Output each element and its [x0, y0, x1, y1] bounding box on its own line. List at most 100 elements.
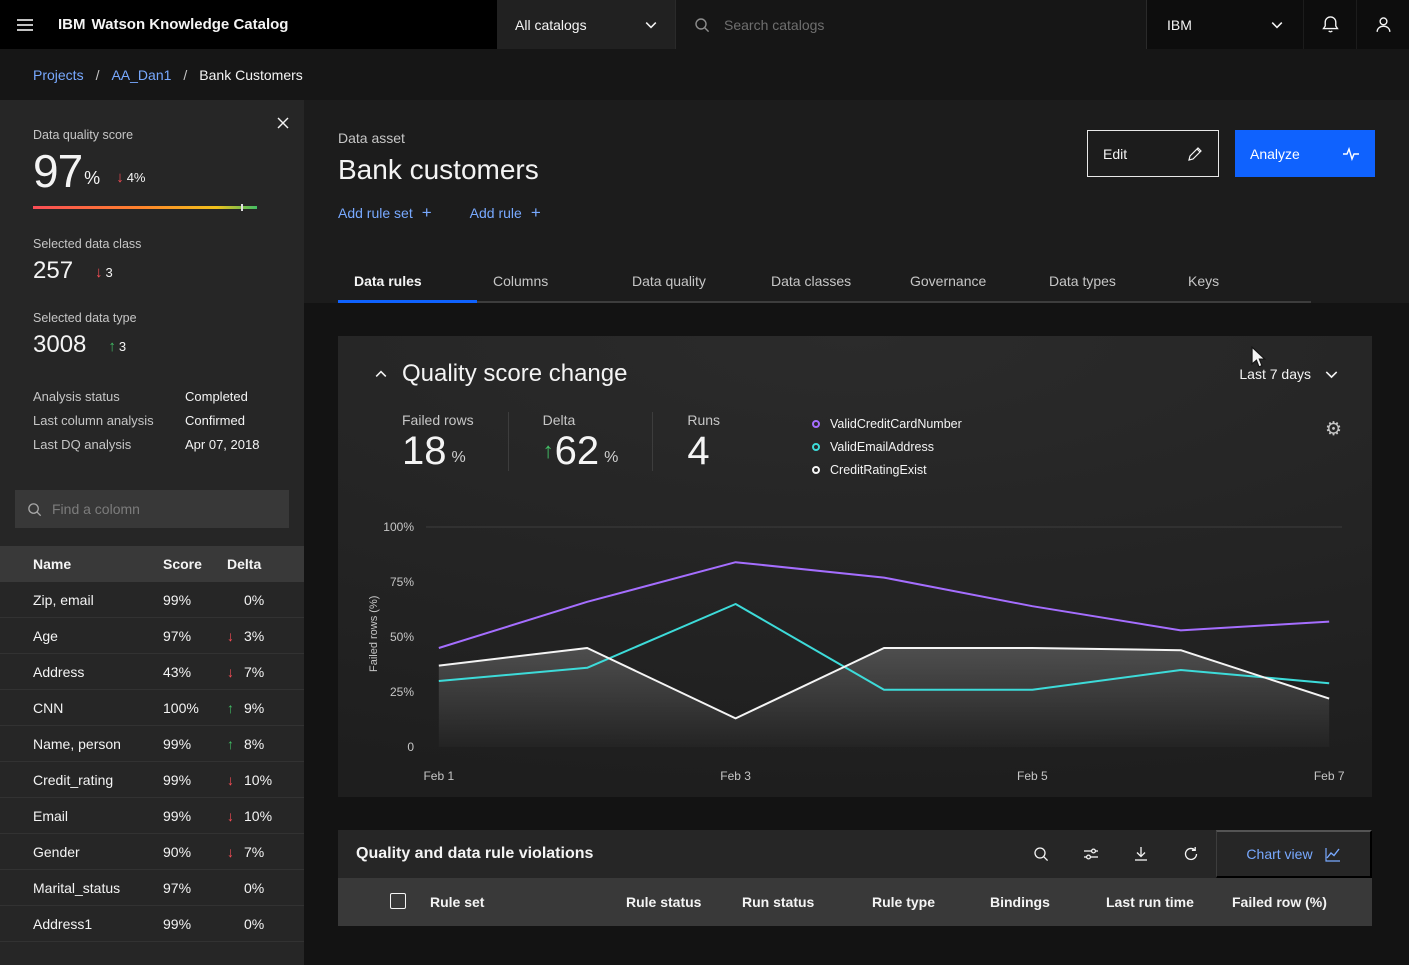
top-header: IBM Watson Knowledge Catalog All catalog… — [0, 0, 1409, 49]
asset-title-block: Data asset Bank customers Add rule set +… — [338, 130, 541, 221]
up-arrow-icon: ↑ — [227, 736, 240, 752]
column-search — [15, 490, 289, 528]
analyze-pulse-icon — [1342, 146, 1360, 162]
stat-value: 4 — [687, 431, 720, 471]
stat-number: 18 — [402, 431, 447, 471]
series-validcreditcardnumber — [439, 562, 1329, 648]
select-all-cell — [338, 893, 430, 912]
column-row-marital-status[interactable]: Marital_status97%0% — [0, 870, 304, 906]
delta-value: 3% — [244, 628, 264, 644]
analysis-status-list: Analysis statusCompletedLast column anal… — [0, 389, 304, 452]
gradient-bar-marker — [241, 204, 243, 211]
tab-governance[interactable]: Governance — [894, 263, 1033, 303]
notifications-button[interactable] — [1303, 0, 1356, 49]
column-row-email[interactable]: Email99%↓10% — [0, 798, 304, 834]
status-label: Last DQ analysis — [33, 437, 185, 452]
column-row-address[interactable]: Address43%↓7% — [0, 654, 304, 690]
column-score: 99% — [163, 772, 227, 788]
quality-score-metric: Data quality score 97 % ↓ 4% — [0, 100, 304, 209]
down-arrow-icon: ↓ — [227, 664, 240, 680]
quality-score-unit: % — [84, 168, 100, 192]
analyze-button[interactable]: Analyze — [1235, 130, 1375, 177]
violations-table-header: Rule setRule statusRun statusRule typeBi… — [338, 878, 1372, 926]
status-row: Last DQ analysisApr 07, 2018 — [33, 437, 271, 452]
chart-view-label: Chart view — [1246, 846, 1312, 862]
quality-score-value: 97 — [33, 150, 82, 192]
tab-data-rules[interactable]: Data rules — [338, 263, 477, 303]
asset-tabs: Data rulesColumnsData qualityData classe… — [338, 263, 1375, 303]
column-row-address1[interactable]: Address199%0% — [0, 906, 304, 942]
down-arrow-icon: ↓ — [227, 628, 240, 644]
add-rule-set-label: Add rule set — [338, 205, 413, 221]
account-dropdown[interactable]: IBM — [1146, 0, 1303, 49]
chart-view-button[interactable]: Chart view — [1216, 830, 1372, 878]
down-arrow-icon: ↓ — [116, 169, 124, 186]
tab-columns[interactable]: Columns — [477, 263, 616, 303]
edit-button-label: Edit — [1103, 146, 1127, 162]
app-window: IBM Watson Knowledge Catalog All catalog… — [0, 0, 1409, 965]
columns-table: NameScoreDelta Zip, email99%0%Age97%↓3%A… — [0, 546, 304, 942]
user-icon — [1374, 15, 1393, 34]
column-score: 97% — [163, 880, 227, 896]
collapse-card-button[interactable] — [368, 361, 394, 387]
asset-header: Data asset Bank customers Add rule set +… — [304, 100, 1409, 303]
stat-number: 4 — [687, 431, 709, 471]
time-range-dropdown[interactable]: Last 7 days — [1239, 366, 1342, 382]
column-row-age[interactable]: Age97%↓3% — [0, 618, 304, 654]
delta-value: 0% — [244, 592, 264, 608]
add-rule-set-link[interactable]: Add rule set + — [338, 204, 432, 221]
column-name: Name, person — [33, 736, 163, 752]
chart-legend: ValidCreditCardNumberValidEmailAddressCr… — [812, 412, 962, 477]
column-name: Address — [33, 664, 163, 680]
card-settings-button[interactable]: ⚙ — [1325, 412, 1342, 441]
catalog-dropdown[interactable]: All catalogs — [497, 0, 675, 49]
down-arrow-icon: ↓ — [227, 844, 240, 860]
column-search-input[interactable] — [52, 501, 277, 517]
table-search-button[interactable] — [1016, 830, 1066, 878]
legend-dot-icon — [812, 466, 820, 474]
breadcrumb: Projects / AA_Dan1 / Bank Customers — [0, 49, 1409, 100]
delta-value: 7% — [244, 844, 264, 860]
chevron-down-icon — [1271, 19, 1283, 31]
hamburger-menu-button[interactable] — [0, 0, 50, 49]
download-button[interactable] — [1116, 830, 1166, 878]
breadcrumb-projects[interactable]: Projects — [33, 67, 84, 83]
refresh-icon — [1183, 846, 1199, 862]
close-sidebar-button[interactable] — [276, 116, 290, 133]
stat-runs: Runs4 — [652, 412, 754, 471]
delta-value: 10% — [244, 772, 272, 788]
column-row-gender[interactable]: Gender90%↓7% — [0, 834, 304, 870]
column-row-credit-rating[interactable]: Credit_rating99%↓10% — [0, 762, 304, 798]
asset-kicker: Data asset — [338, 130, 541, 146]
search-icon — [27, 502, 42, 517]
quality-score-gradient-bar — [33, 206, 257, 209]
down-arrow-icon: ↓ — [227, 808, 240, 824]
chevron-down-icon — [1325, 368, 1338, 381]
select-all-checkbox[interactable] — [390, 893, 406, 909]
up-arrow-icon: ↑ — [227, 700, 240, 716]
column-row-cnn[interactable]: CNN100%↑9% — [0, 690, 304, 726]
status-value: Confirmed — [185, 413, 245, 428]
status-value: Completed — [185, 389, 248, 404]
quality-score-line-chart — [426, 509, 1342, 759]
profile-button[interactable] — [1356, 0, 1409, 49]
tab-data-quality[interactable]: Data quality — [616, 263, 755, 303]
refresh-button[interactable] — [1166, 830, 1216, 878]
catalog-search-input[interactable] — [724, 17, 1128, 33]
search-icon — [1033, 846, 1049, 862]
column-score: 99% — [163, 808, 227, 824]
column-row-zip-email[interactable]: Zip, email99%0% — [0, 582, 304, 618]
tab-keys[interactable]: Keys — [1172, 263, 1311, 303]
breadcrumb-project[interactable]: AA_Dan1 — [111, 67, 171, 83]
add-rule-link[interactable]: Add rule + — [470, 204, 541, 221]
filter-button[interactable] — [1066, 830, 1116, 878]
stat-value: ↑62% — [543, 431, 619, 471]
status-label: Last column analysis — [33, 413, 185, 428]
tab-data-types[interactable]: Data types — [1033, 263, 1172, 303]
column-row-name-person[interactable]: Name, person99%↑8% — [0, 726, 304, 762]
edit-button[interactable]: Edit — [1087, 130, 1219, 177]
y-tick-label: 0 — [407, 740, 414, 754]
tab-panel: Quality score change Last 7 days Failed … — [304, 303, 1409, 965]
violations-title: Quality and data rule violations — [338, 845, 1016, 863]
tab-data-classes[interactable]: Data classes — [755, 263, 894, 303]
